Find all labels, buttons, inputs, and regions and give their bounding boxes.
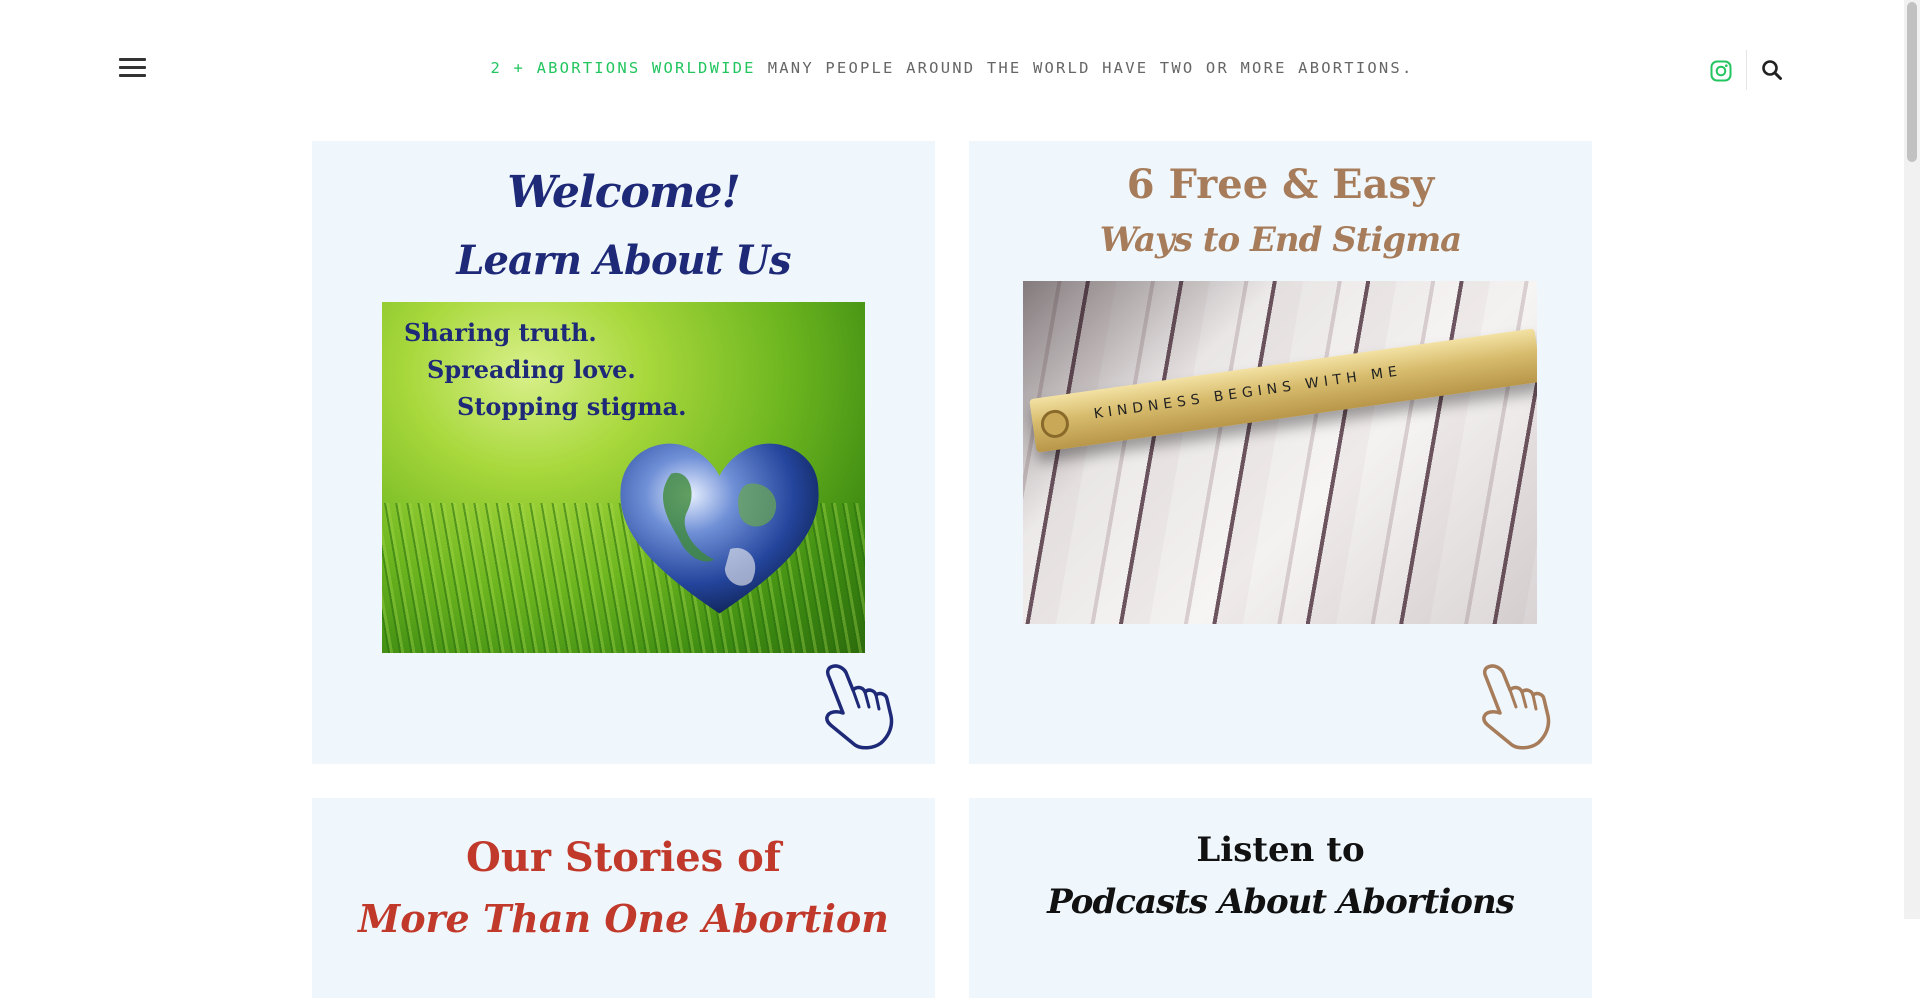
tag-ring	[1039, 408, 1071, 440]
page-scrollbar[interactable]	[1904, 0, 1920, 919]
welcome-title: Welcome!	[507, 167, 741, 218]
search-icon[interactable]	[1760, 58, 1784, 82]
site-brand-link[interactable]: 2 + ABORTIONS WORLDWIDE	[490, 59, 755, 77]
ways-to-end-stigma-card[interactable]: 6 Free & Easy Ways to End Stigma KINDNES…	[969, 141, 1592, 764]
site-header: 2 + ABORTIONS WORLDWIDE MANY PEOPLE AROUN…	[0, 0, 1904, 140]
podcasts-title: Listen to	[1196, 830, 1365, 870]
image-text-line: Stopping stigma.	[457, 392, 687, 421]
hand-pointer-icon[interactable]	[817, 661, 897, 751]
image-text-line: Sharing truth.	[404, 318, 597, 347]
image-text-line: Spreading love.	[427, 355, 636, 384]
scrollbar-thumb[interactable]	[1907, 2, 1917, 162]
kindness-tag-image: KINDNESS BEGINS WITH ME	[1023, 281, 1537, 624]
hand-pointer-icon[interactable]	[1474, 661, 1554, 751]
instagram-icon[interactable]	[1709, 59, 1733, 83]
header-divider	[1746, 50, 1747, 90]
welcome-card[interactable]: Welcome! Learn About Us Sharing truth. S…	[312, 141, 935, 764]
earth-heart-icon	[620, 443, 819, 614]
header-tagline: 2 + ABORTIONS WORLDWIDE MANY PEOPLE AROUN…	[0, 59, 1904, 77]
our-stories-card[interactable]: Our Stories of More Than One Abortion	[312, 798, 935, 998]
ways-subtitle: Ways to End Stigma	[1099, 220, 1462, 260]
image-shade	[1023, 281, 1537, 624]
learn-about-us-heading: Learn About Us	[456, 237, 791, 284]
podcasts-subtitle: Podcasts About Abortions	[1047, 882, 1515, 922]
ways-title: 6 Free & Easy	[1126, 161, 1435, 208]
podcasts-card[interactable]: Listen to Podcasts About Abortions	[969, 798, 1592, 998]
site-description: MANY PEOPLE AROUND THE WORLD HAVE TWO OR…	[767, 59, 1414, 77]
earth-heart-image: Sharing truth. Spreading love. Stopping …	[382, 302, 865, 653]
stories-title: Our Stories of	[465, 834, 782, 881]
